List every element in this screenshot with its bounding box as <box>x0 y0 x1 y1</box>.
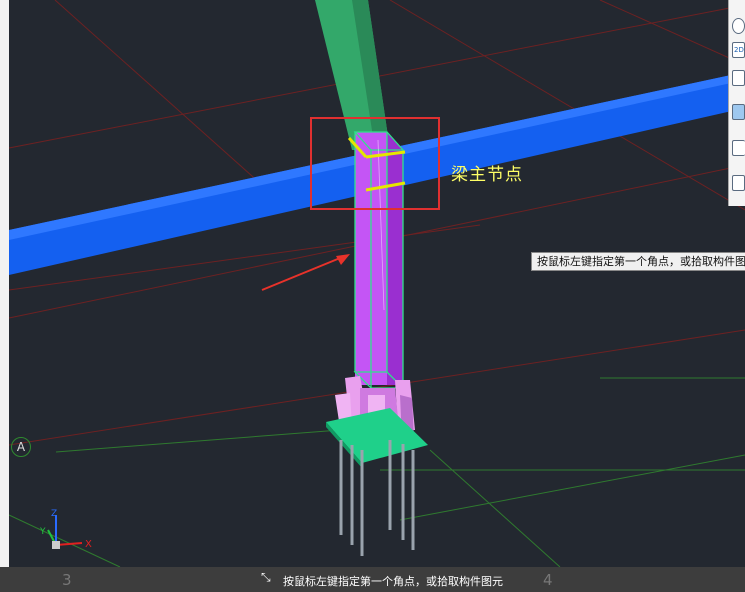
ucs-x-label: X <box>85 539 92 550</box>
model-viewport[interactable]: Z Y X <box>0 0 745 592</box>
ucs-icon <box>47 515 83 549</box>
orbit-icon[interactable] <box>732 18 745 34</box>
solid-view-icon[interactable] <box>732 104 745 120</box>
column-shaft-side <box>387 132 403 385</box>
grid-axis-3: 3 <box>62 571 72 589</box>
status-bar: 3 ⤡ 按鼠标左键指定第一个角点，或拾取构件图元 4 <box>0 567 745 592</box>
cursor-tooltip: 按鼠标左键指定第一个角点，或拾取构件图元 <box>531 252 745 271</box>
annotation-arrow <box>261 254 350 291</box>
grid-axis-a: A <box>11 437 31 457</box>
properties-icon[interactable] <box>732 175 745 191</box>
bracket-view-icon[interactable] <box>732 140 745 156</box>
2d-view-icon[interactable]: 2D <box>732 42 745 58</box>
ucs-y-label: Y <box>39 527 46 537</box>
beam-node-label: 梁主节点 <box>451 165 523 185</box>
box-view-icon[interactable] <box>732 70 745 86</box>
left-panel-edge <box>0 0 9 592</box>
ucs-z-label: Z <box>51 509 57 519</box>
view-toolbar: 2D <box>728 0 745 206</box>
2d-view-caption: 2D <box>734 46 744 54</box>
grid-axis-4: 4 <box>543 571 553 589</box>
corner-select-icon: ⤡ <box>261 570 271 584</box>
status-prompt: 按鼠标左键指定第一个角点，或拾取构件图元 <box>283 575 503 588</box>
